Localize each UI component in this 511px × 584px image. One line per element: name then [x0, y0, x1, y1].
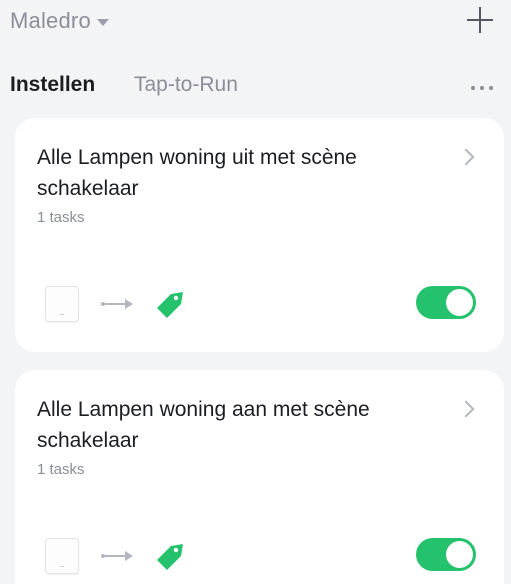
- tab-instellen[interactable]: Instellen: [10, 73, 95, 97]
- arrow-right-icon: [101, 299, 135, 309]
- caret-down-icon: [96, 18, 109, 26]
- scene-tag-icon: [157, 544, 183, 570]
- dot: [480, 86, 484, 90]
- enable-toggle[interactable]: [416, 538, 476, 571]
- scene-switch-device-icon: [45, 538, 79, 574]
- toggle-knob: [446, 289, 473, 316]
- task-count: 1 tasks: [37, 461, 85, 478]
- automation-title: Alle Lampen woning uit met scène schakel…: [37, 146, 357, 200]
- automation-title: Alle Lampen woning aan met scène schakel…: [37, 398, 370, 452]
- toggle-knob: [446, 541, 473, 568]
- more-dots-icon[interactable]: [471, 86, 493, 90]
- automation-card[interactable]: Alle Lampen woning uit met scène schakel…: [15, 118, 504, 352]
- chevron-right-icon: [457, 400, 475, 418]
- task-count: 1 tasks: [37, 209, 85, 226]
- automation-flow: [45, 286, 187, 322]
- plus-icon[interactable]: [465, 5, 495, 35]
- enable-toggle[interactable]: [416, 286, 476, 319]
- home-selector[interactable]: Maledro: [10, 8, 109, 34]
- scene-switch-device-icon: [45, 286, 79, 322]
- screen: Maledro Instellen Tap-to-Run Alle Lampen…: [0, 0, 511, 584]
- tab-tap-to-run[interactable]: Tap-to-Run: [134, 73, 238, 97]
- home-name: Maledro: [10, 8, 91, 33]
- dot: [489, 86, 493, 90]
- arrow-right-icon: [101, 551, 135, 561]
- automation-card[interactable]: Alle Lampen woning aan met scène schakel…: [15, 370, 504, 584]
- chevron-right-icon: [457, 148, 475, 166]
- scene-tag-icon: [157, 292, 183, 318]
- dot: [471, 86, 475, 90]
- automation-flow: [45, 538, 187, 574]
